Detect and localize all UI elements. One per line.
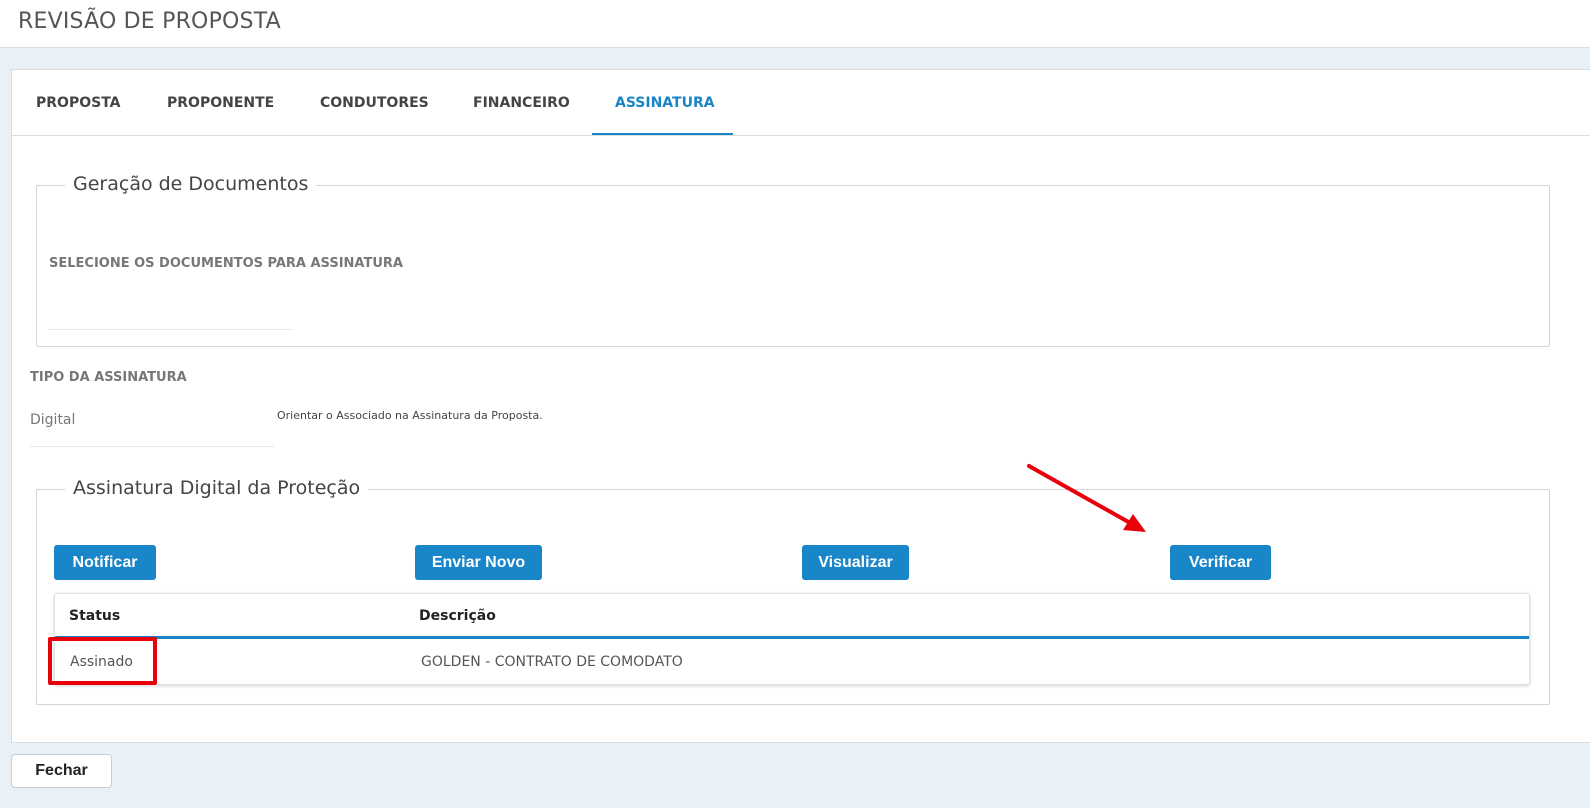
view-button[interactable]: Visualizar [802,545,909,580]
documents-fieldset: Geração de Documentos SELECIONE OS DOCUM… [36,173,1550,347]
signature-type-hint: Orientar o Associado na Assinatura da Pr… [277,409,543,422]
tab-condutores[interactable]: CONDUTORES [320,70,429,136]
documents-legend: Geração de Documentos [65,173,317,195]
top-bar: REVISÃO DE PROPOSTA [0,0,1590,48]
select-documents-label: SELECIONE OS DOCUMENTOS PARA ASSINATURA [49,256,403,271]
column-header-description: Descrição [419,608,496,624]
signature-table: Status Descrição Assinado GOLDEN - CONTR… [54,593,1530,685]
signature-type-label: TIPO DA ASSINATURA [30,370,187,385]
close-button[interactable]: Fechar [11,754,112,788]
send-new-button[interactable]: Enviar Novo [415,545,542,580]
documents-divider [49,329,293,330]
table-header-divider [55,636,1529,639]
digital-signature-legend: Assinatura Digital da Proteção [65,477,369,499]
signature-type-value[interactable]: Digital [30,412,75,428]
arrow-annotation-icon [1027,464,1146,532]
tab-assinatura[interactable]: ASSINATURA [615,70,715,136]
row-description: GOLDEN - CONTRATO DE COMODATO [421,654,683,670]
status-highlight-annotation [48,637,157,685]
tab-proposta[interactable]: PROPOSTA [36,70,121,136]
page-title: REVISÃO DE PROPOSTA [18,9,281,34]
verify-button[interactable]: Verificar [1170,545,1271,580]
tab-bar: PROPOSTA PROPONENTE CONDUTORES FINANCEIR… [12,70,1590,136]
main-panel: PROPOSTA PROPONENTE CONDUTORES FINANCEIR… [11,69,1590,743]
notify-button[interactable]: Notificar [54,545,156,580]
tab-proponente[interactable]: PROPONENTE [167,70,274,136]
signature-type-underline [30,446,274,447]
tab-financeiro[interactable]: FINANCEIRO [473,70,570,136]
active-tab-indicator [592,133,733,135]
column-header-status: Status [69,608,121,624]
